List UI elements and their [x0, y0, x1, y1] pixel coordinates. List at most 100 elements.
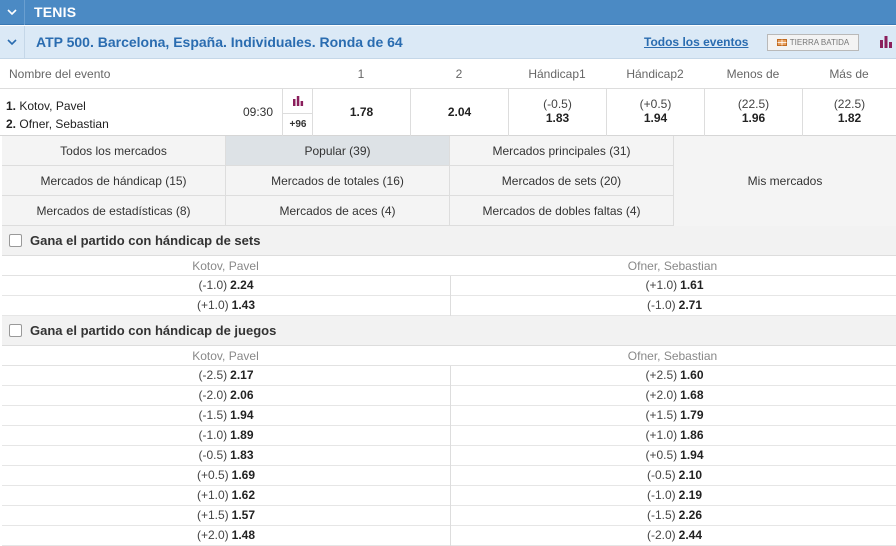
event-players[interactable]: 1. Kotov, Pavel 2. Ofner, Sebastian	[6, 97, 109, 133]
odd-cell-player2[interactable]: (+1.5) 1.79	[450, 406, 896, 426]
market-header-games-handicap[interactable]: Gana el partido con hándicap de juegos	[2, 316, 896, 346]
all-events-link[interactable]: Todos los eventos	[644, 35, 748, 49]
odds-row: (-1.5) 1.94 (+1.5) 1.79	[2, 406, 896, 426]
odd-cell-player2[interactable]: (-0.5) 2.10	[450, 466, 896, 486]
odd-1-cell[interactable]: 1.78	[312, 89, 410, 136]
odd-value: 1.89	[230, 428, 254, 442]
odds-row: (-0.5) 1.83 (+0.5) 1.94	[2, 446, 896, 466]
collapse-league-toggle[interactable]	[0, 25, 25, 59]
col-2: 2	[455, 67, 463, 81]
handicap-line: (+1.5)	[645, 408, 678, 422]
tab-stats-markets[interactable]: Mercados de estadísticas (8)	[2, 196, 226, 226]
odd-cell-player2[interactable]: (+1.0) 1.61	[450, 276, 896, 296]
market-player1: Kotov, Pavel	[192, 259, 259, 273]
odds-row: (-1.0) 2.24 (+1.0) 1.61	[2, 276, 896, 296]
market-header-sets-handicap[interactable]: Gana el partido con hándicap de sets	[2, 226, 896, 256]
market-player-header: Kotov, Pavel Ofner, Sebastian	[2, 256, 896, 276]
stats-icon[interactable]	[292, 95, 304, 107]
tab-double-faults-markets[interactable]: Mercados de dobles faltas (4)	[450, 196, 674, 226]
surface-badge: TIERRA BATIDA	[767, 34, 859, 51]
market-checkbox[interactable]	[9, 234, 22, 247]
odd-cell-player1[interactable]: (-0.5) 1.83	[2, 446, 450, 466]
odd-cell-player2[interactable]: (+1.0) 1.86	[450, 426, 896, 446]
tab-my-markets[interactable]: Mis mercados	[674, 136, 896, 226]
market-checkbox[interactable]	[9, 324, 22, 337]
odd-2-cell[interactable]: 2.04	[410, 89, 508, 136]
handicap-line: (-0.5)	[646, 468, 676, 482]
player1-number: 1.	[6, 99, 17, 113]
tab-main-markets[interactable]: Mercados principales (31)	[450, 136, 674, 166]
odds-row: (-2.0) 2.06 (+2.0) 1.68	[2, 386, 896, 406]
handicap-line: (+2.0)	[196, 528, 229, 542]
market-player2: Ofner, Sebastian	[627, 349, 718, 363]
col-handicap2: Hándicap2	[626, 67, 684, 81]
tab-totals-markets[interactable]: Mercados de totales (16)	[226, 166, 450, 196]
surface-label: TIERRA BATIDA	[789, 38, 850, 47]
odd-cell-player1[interactable]: (-1.5) 1.94	[2, 406, 450, 426]
col-under: Menos de	[726, 67, 780, 81]
market-title: Gana el partido con hándicap de juegos	[30, 323, 277, 338]
handicap-line: (-1.5)	[646, 508, 676, 522]
tab-all-markets[interactable]: Todos los mercados	[2, 136, 226, 166]
odd-value: 1.43	[231, 298, 256, 312]
odd-value: 2.19	[678, 488, 703, 502]
more-markets-button[interactable]: +96	[283, 113, 313, 135]
handicap-line: (+1.5)	[196, 508, 229, 522]
market-player2: Ofner, Sebastian	[627, 259, 718, 273]
handicap-line: (+1.0)	[196, 298, 229, 312]
odd-cell-player2[interactable]: (+0.5) 1.94	[450, 446, 896, 466]
odd-value: 2.44	[678, 528, 703, 542]
odd-cell-player2[interactable]: (-1.5) 2.26	[450, 506, 896, 526]
odd-cell-player1[interactable]: (+2.0) 1.48	[2, 526, 450, 546]
under-cell[interactable]: (22.5) 1.96	[704, 89, 802, 136]
handicap2-cell[interactable]: (+0.5) 1.94	[606, 89, 704, 136]
tab-aces-markets[interactable]: Mercados de aces (4)	[226, 196, 450, 226]
odd-cell-player1[interactable]: (+0.5) 1.69	[2, 466, 450, 486]
odd-cell-player1[interactable]: (+1.0) 1.43	[2, 296, 450, 316]
odd-value: 1.62	[231, 488, 256, 502]
odds-row: (+1.5) 1.57 (-1.5) 2.26	[2, 506, 896, 526]
chevron-down-icon	[7, 38, 17, 45]
odd-cell-player2[interactable]: (-1.0) 2.19	[450, 486, 896, 506]
handicap-line: (-2.5)	[198, 368, 228, 382]
handicap-line: (-0.5)	[198, 448, 228, 462]
odd-cell-player1[interactable]: (-1.0) 2.24	[2, 276, 450, 296]
odd-cell-player2[interactable]: (+2.5) 1.60	[450, 366, 896, 386]
odds-row: (+0.5) 1.69 (-0.5) 2.10	[2, 466, 896, 486]
handicap1-line: (-0.5)	[543, 97, 572, 111]
over-value: 1.82	[837, 111, 862, 125]
sport-header[interactable]: TENIS	[0, 0, 896, 25]
handicap-line: (-1.0)	[198, 278, 228, 292]
odd-cell-player1[interactable]: (+1.0) 1.62	[2, 486, 450, 506]
odd-cell-player1[interactable]: (-1.0) 1.89	[2, 426, 450, 446]
collapse-sport-toggle[interactable]	[0, 0, 25, 25]
odd-value: 1.94	[680, 448, 704, 462]
handicap1-value: 1.83	[545, 111, 570, 125]
odd-value: 1.83	[230, 448, 254, 462]
over-cell[interactable]: (22.5) 1.82	[802, 89, 896, 136]
handicap-line: (+1.0)	[645, 428, 678, 442]
odd-cell-player1[interactable]: (-2.5) 2.17	[2, 366, 450, 386]
player2-number: 2.	[6, 117, 17, 131]
handicap-line: (+2.0)	[645, 388, 678, 402]
odd-cell-player1[interactable]: (+1.5) 1.57	[2, 506, 450, 526]
odd-cell-player2[interactable]: (+2.0) 1.68	[450, 386, 896, 406]
tab-sets-markets[interactable]: Mercados de sets (20)	[450, 166, 674, 196]
court-icon	[776, 39, 787, 46]
odd-value: 2.06	[230, 388, 254, 402]
odd-value: 2.26	[678, 508, 703, 522]
odd-value: 2.17	[230, 368, 254, 382]
col-1: 1	[357, 67, 365, 81]
tab-popular[interactable]: Popular (39)	[226, 136, 450, 166]
event-row[interactable]: 1. Kotov, Pavel 2. Ofner, Sebastian 09:3…	[0, 89, 896, 136]
handicap1-cell[interactable]: (-0.5) 1.83	[508, 89, 606, 136]
under-value: 1.96	[741, 111, 766, 125]
tab-handicap-markets[interactable]: Mercados de hándicap (15)	[2, 166, 226, 196]
odd-cell-player2[interactable]: (-1.0) 2.71	[450, 296, 896, 316]
odd-cell-player1[interactable]: (-2.0) 2.06	[2, 386, 450, 406]
handicap-line: (+1.0)	[645, 278, 678, 292]
odd-cell-player2[interactable]: (-2.0) 2.44	[450, 526, 896, 546]
stats-icon[interactable]	[879, 35, 893, 49]
league-header[interactable]: ATP 500. Barcelona, España. Individuales…	[0, 25, 896, 59]
handicap-line: (-1.0)	[646, 488, 676, 502]
